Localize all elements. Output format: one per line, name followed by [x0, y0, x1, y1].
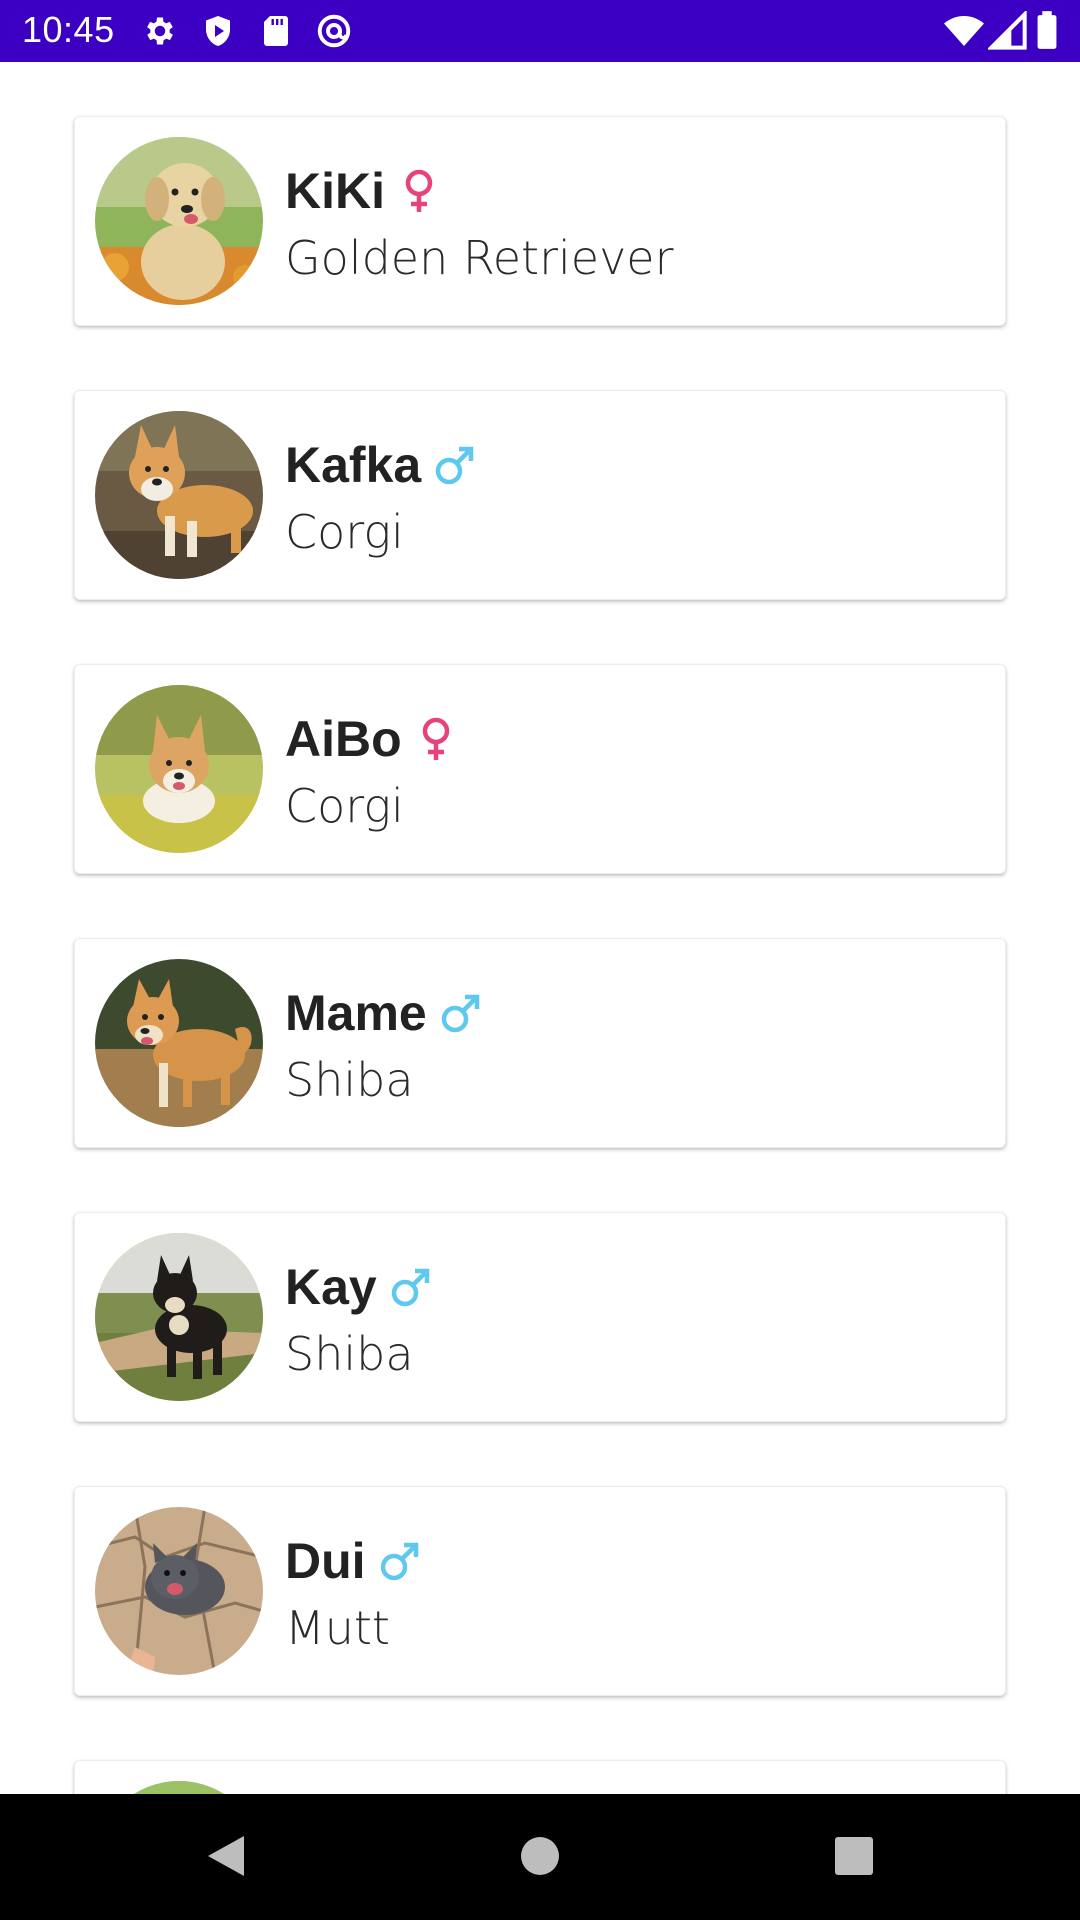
pet-breed: Mutt [285, 1601, 390, 1655]
female-icon [414, 715, 458, 763]
pet-name-row: Mame [285, 983, 483, 1043]
pet-photo [95, 411, 263, 579]
recents-icon[interactable] [830, 1832, 878, 1885]
pet-card[interactable]: Mame Shiba [74, 938, 1006, 1148]
pet-breed: Corgi [285, 505, 404, 559]
pet-name-row: KiKi [285, 161, 441, 221]
back-icon[interactable] [202, 1832, 250, 1885]
pet-name-row: AiBo [285, 709, 458, 769]
pet-name: AiBo [285, 711, 402, 767]
pet-breed: Golden Retriever [285, 231, 674, 285]
pet-name: Mame [285, 985, 427, 1041]
home-icon[interactable] [516, 1832, 564, 1885]
battery-icon [1036, 11, 1058, 54]
pet-card[interactable]: AiBo Corgi [74, 664, 1006, 874]
pet-photo [95, 1781, 263, 1794]
pet-list[interactable]: KiKi Golden Retriever Kafka Corgi AiBo C… [0, 62, 1080, 1794]
pet-name-row: Kafka [285, 435, 477, 495]
pet-breed: Corgi [285, 779, 404, 833]
cell-signal-icon [986, 9, 1028, 56]
at-sign-icon [316, 13, 352, 49]
pet-photo [95, 1507, 263, 1675]
pet-name: KiKi [285, 163, 385, 219]
pet-card[interactable]: Kay Shiba [74, 1212, 1006, 1422]
pet-card[interactable] [74, 1760, 1006, 1794]
pet-card[interactable]: Kafka Corgi [74, 390, 1006, 600]
male-icon [378, 1537, 422, 1585]
status-time: 10:45 [22, 9, 115, 50]
pet-name-row: Dui [285, 1531, 422, 1591]
wifi-icon [944, 11, 984, 56]
pet-card[interactable]: KiKi Golden Retriever [74, 116, 1006, 326]
pet-name: Dui [285, 1533, 366, 1589]
pet-name-row: Kay [285, 1257, 433, 1317]
gear-icon [142, 13, 178, 49]
sd-card-icon [258, 13, 294, 49]
male-icon [389, 1263, 433, 1311]
male-icon [439, 989, 483, 1037]
pet-name: Kay [285, 1259, 377, 1315]
pet-photo [95, 137, 263, 305]
pet-name: Kafka [285, 437, 422, 493]
shield-play-icon [200, 13, 236, 49]
pet-card[interactable]: Dui Mutt [74, 1486, 1006, 1696]
female-icon [397, 167, 441, 215]
pet-photo [95, 959, 263, 1127]
pet-breed: Shiba [285, 1053, 414, 1107]
pet-photo [95, 685, 263, 853]
pet-breed: Shiba [285, 1327, 414, 1381]
pet-photo [95, 1233, 263, 1401]
status-bar: 10:45 [0, 0, 1080, 62]
navigation-bar [0, 1794, 1080, 1920]
male-icon [433, 441, 477, 489]
